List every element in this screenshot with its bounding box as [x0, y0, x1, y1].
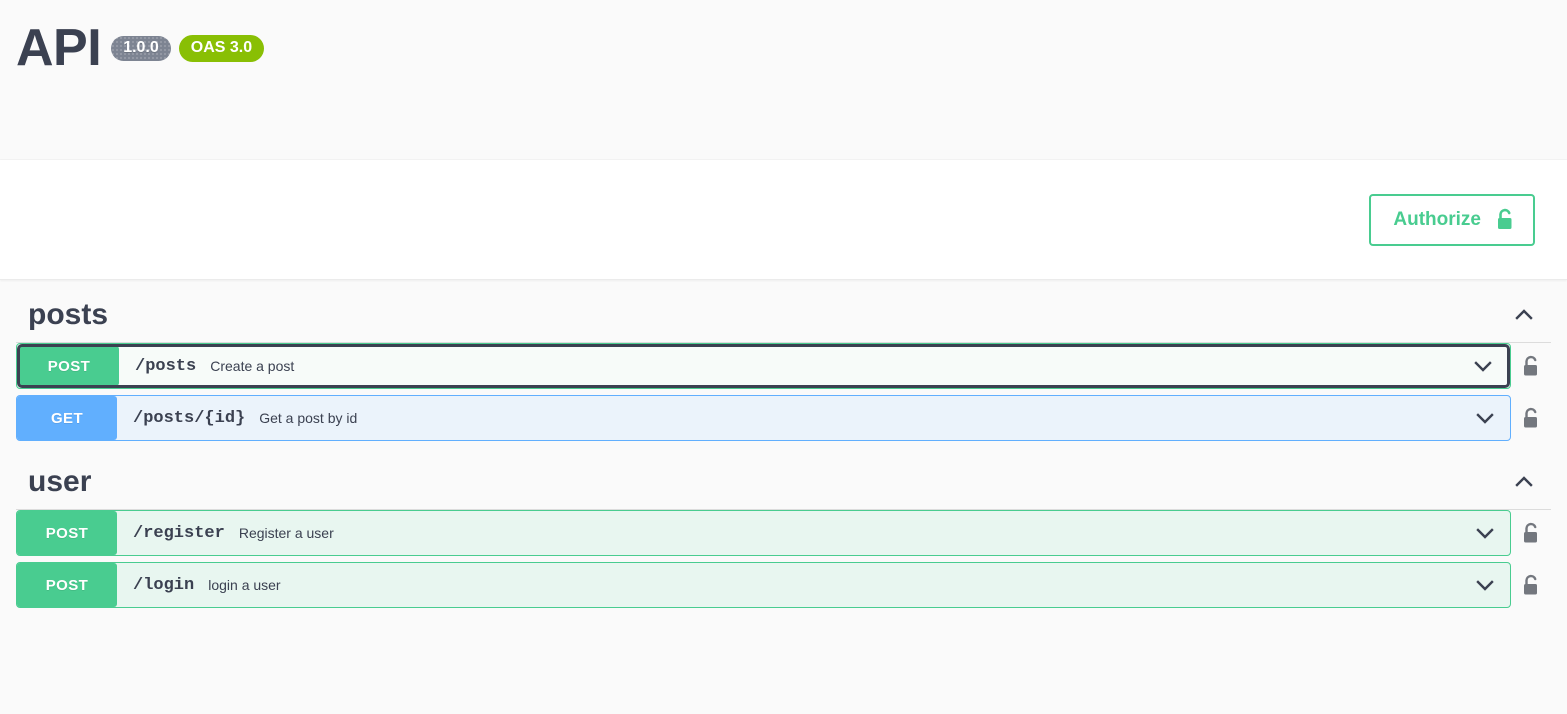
http-method-badge: POST	[17, 563, 117, 607]
operation-row: POST /posts Create a post	[16, 343, 1551, 395]
unlocked-padlock-icon	[1521, 407, 1541, 436]
operation-summary-button[interactable]: POST /login login a user	[17, 563, 1510, 607]
operation-row: GET /posts/{id} Get a post by id	[16, 395, 1551, 447]
tag-section-posts: posts POST /posts Create a post GET /pos…	[0, 280, 1567, 447]
operation-row: POST /register Register a user	[16, 510, 1551, 562]
operation-auth-lock[interactable]	[1511, 522, 1551, 551]
api-info-header: API 1.0.0 OAS 3.0	[0, 0, 1567, 160]
operation-summary: Create a post	[210, 358, 295, 374]
operations-area: posts POST /posts Create a post GET /pos…	[0, 280, 1567, 614]
chevron-down-icon[interactable]	[1470, 403, 1500, 433]
operation-path: /posts	[135, 356, 197, 376]
operation-post-register[interactable]: POST /register Register a user	[16, 510, 1511, 556]
tag-section-operations: POST /posts Create a post GET /posts/{id…	[16, 343, 1551, 447]
chevron-down-icon[interactable]	[1470, 518, 1500, 548]
authorize-bar: Authorize	[0, 160, 1567, 280]
oas-version-badge: OAS 3.0	[178, 35, 265, 62]
unlocked-padlock-icon	[1521, 355, 1541, 384]
operation-summary-button[interactable]: POST /register Register a user	[17, 511, 1510, 555]
authorize-button[interactable]: Authorize	[1369, 193, 1535, 246]
unlocked-padlock-icon	[1495, 208, 1515, 232]
tag-section-operations: POST /register Register a user POST /log…	[16, 510, 1551, 614]
tag-section-header-user[interactable]: user	[16, 447, 1551, 510]
operation-path: /register	[133, 523, 225, 543]
title-row: API 1.0.0 OAS 3.0	[16, 22, 1567, 74]
operation-summary: Get a post by id	[259, 410, 358, 426]
http-method-badge: POST	[17, 511, 117, 555]
operation-path: /login	[133, 575, 195, 595]
operation-auth-lock[interactable]	[1511, 574, 1551, 603]
chevron-up-icon[interactable]	[1509, 467, 1539, 497]
chevron-up-icon[interactable]	[1509, 300, 1539, 330]
authorize-button-label: Authorize	[1393, 209, 1481, 230]
http-method-badge: GET	[17, 396, 117, 440]
operation-summary-button[interactable]: GET /posts/{id} Get a post by id	[17, 396, 1510, 440]
tag-section-user: user POST /register Register a user POST…	[0, 447, 1567, 614]
chevron-down-icon[interactable]	[1470, 570, 1500, 600]
operation-auth-lock[interactable]	[1511, 355, 1551, 384]
operation-summary-button[interactable]: POST /posts Create a post	[17, 344, 1510, 388]
tag-section-header-posts[interactable]: posts	[16, 280, 1551, 343]
operation-auth-lock[interactable]	[1511, 407, 1551, 436]
operation-path: /posts/{id}	[133, 408, 246, 428]
operation-row: POST /login login a user	[16, 562, 1551, 614]
version-badge: 1.0.0	[111, 36, 171, 61]
page-title: API	[16, 19, 102, 77]
title-badges: 1.0.0 OAS 3.0	[111, 35, 265, 74]
unlocked-padlock-icon	[1521, 574, 1541, 603]
unlocked-padlock-icon	[1521, 522, 1541, 551]
operation-post-posts[interactable]: POST /posts Create a post	[16, 343, 1511, 389]
tag-section-title: user	[28, 465, 92, 498]
operation-get-posts-id[interactable]: GET /posts/{id} Get a post by id	[16, 395, 1511, 441]
operation-summary: login a user	[208, 577, 281, 593]
operation-post-login[interactable]: POST /login login a user	[16, 562, 1511, 608]
http-method-badge: POST	[19, 346, 119, 386]
tag-section-title: posts	[28, 298, 109, 331]
operation-summary: Register a user	[238, 525, 334, 541]
chevron-down-icon[interactable]	[1468, 351, 1498, 381]
